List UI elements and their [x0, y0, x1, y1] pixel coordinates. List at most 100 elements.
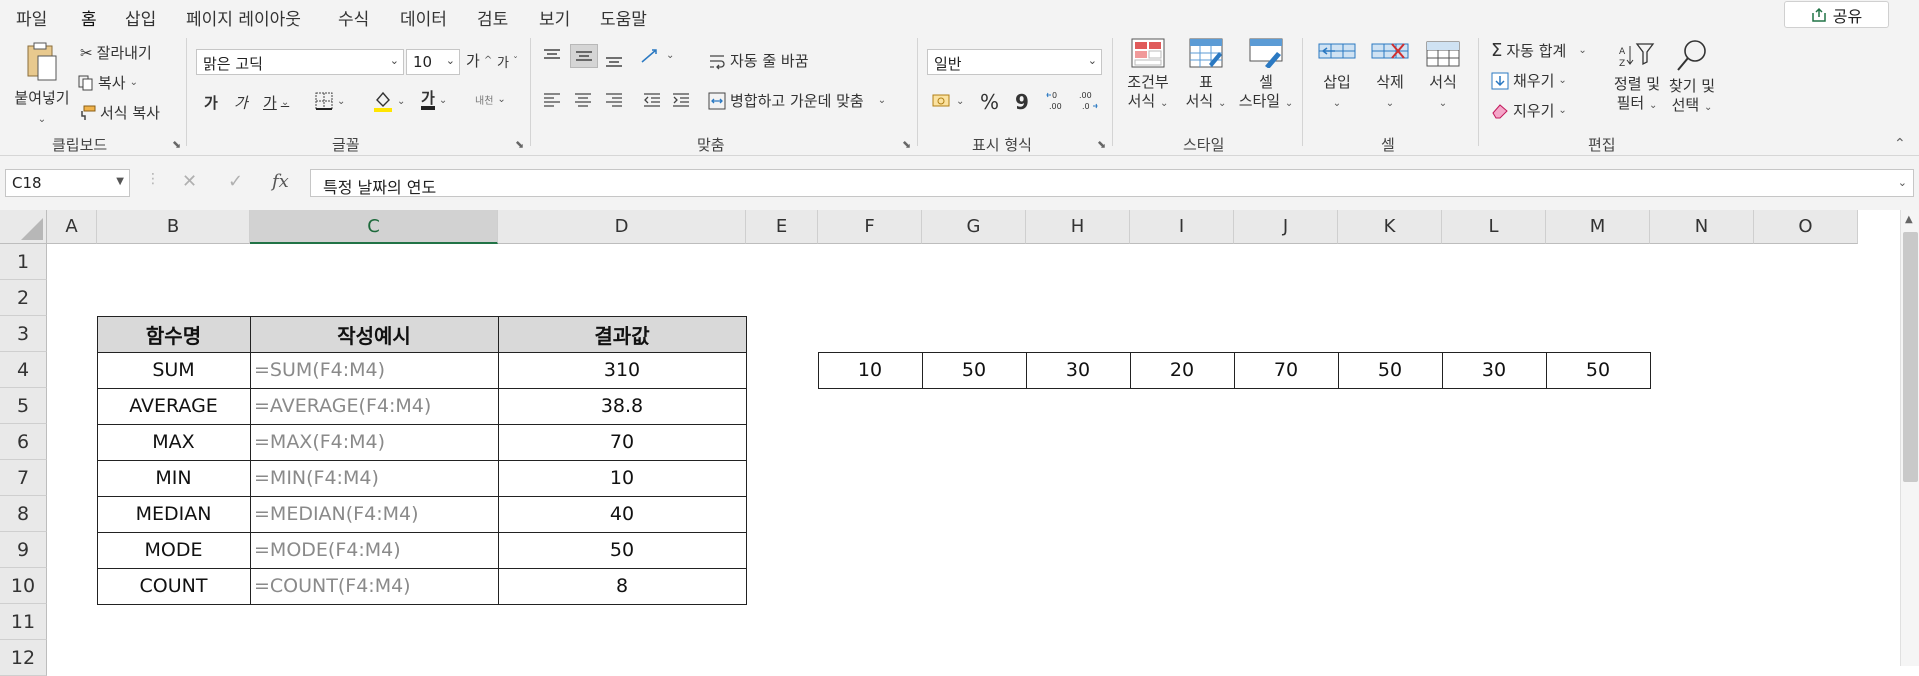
result-cell[interactable]: 70 — [498, 424, 746, 460]
tab-review[interactable]: 검토 — [477, 5, 508, 30]
dialog-launcher-icon[interactable]: ⬊ — [515, 138, 524, 151]
increase-decimal-button[interactable]: 0.00 — [1046, 90, 1068, 112]
column-header-m[interactable]: M — [1546, 210, 1650, 244]
result-cell[interactable]: 10 — [498, 460, 746, 496]
source-value-cell[interactable]: 30 — [1442, 352, 1546, 388]
borders-button[interactable]: ⌄ — [315, 92, 345, 110]
align-right-button[interactable] — [605, 92, 623, 108]
comma-style-button[interactable]: 9 — [1015, 90, 1029, 114]
row-header-3[interactable]: 3 — [0, 316, 47, 352]
column-header-d[interactable]: D — [498, 210, 746, 244]
clear-button[interactable]: 지우기 ⌄ — [1491, 100, 1567, 121]
column-header-o[interactable]: O — [1754, 210, 1858, 244]
table-header-function-name[interactable]: 함수명 — [97, 316, 250, 352]
wrap-text-button[interactable]: 자동 줄 바꿈 — [708, 50, 809, 71]
vertical-scrollbar[interactable]: ▲ — [1900, 210, 1919, 666]
function-name-cell[interactable]: SUM — [97, 352, 250, 388]
find-select-button[interactable]: 찾기 및 선택 ⌄ — [1660, 38, 1724, 117]
column-header-i[interactable]: I — [1130, 210, 1234, 244]
copy-button[interactable]: 복사 ⌄ — [78, 72, 138, 93]
dialog-launcher-icon[interactable]: ⬊ — [172, 138, 181, 151]
example-formula-cell[interactable]: =AVERAGE(F4:M4) — [250, 388, 498, 424]
column-header-b[interactable]: B — [97, 210, 250, 244]
column-header-n[interactable]: N — [1650, 210, 1754, 244]
underline-button[interactable]: 가 ⌄ — [263, 92, 289, 113]
name-box[interactable]: C18 ▼ — [5, 169, 130, 197]
result-cell[interactable]: 50 — [498, 532, 746, 568]
result-cell[interactable]: 310 — [498, 352, 746, 388]
delete-cells-button[interactable]: 삭제 ⌄ — [1365, 38, 1415, 113]
column-header-c[interactable]: C — [250, 210, 498, 244]
cut-button[interactable]: ✂ 잘라내기 — [80, 42, 152, 63]
tab-view[interactable]: 보기 — [539, 5, 570, 30]
example-formula-cell[interactable]: =MIN(F4:M4) — [250, 460, 498, 496]
column-header-e[interactable]: E — [746, 210, 818, 244]
scroll-up-icon[interactable]: ▲ — [1905, 214, 1913, 225]
source-value-cell[interactable]: 30 — [1026, 352, 1130, 388]
tab-help[interactable]: 도움말 — [600, 5, 647, 30]
font-size-select[interactable]: 10 ⌄ — [406, 49, 460, 75]
conditional-formatting-button[interactable]: 조건부 서식 ⌄ — [1118, 38, 1178, 113]
tab-page-layout[interactable]: 페이지 레이아웃 — [186, 5, 301, 30]
source-value-cell[interactable]: 50 — [922, 352, 1026, 388]
example-formula-cell[interactable]: =MEDIAN(F4:M4) — [250, 496, 498, 532]
column-header-f[interactable]: F — [818, 210, 922, 244]
align-bottom-button[interactable] — [605, 52, 623, 68]
dialog-launcher-icon[interactable]: ⬊ — [902, 138, 911, 151]
column-header-l[interactable]: L — [1442, 210, 1546, 244]
result-cell[interactable]: 40 — [498, 496, 746, 532]
example-formula-cell[interactable]: =COUNT(F4:M4) — [250, 568, 498, 604]
align-left-button[interactable] — [543, 92, 561, 108]
row-header-6[interactable]: 6 — [0, 424, 47, 460]
row-header-9[interactable]: 9 — [0, 532, 47, 568]
align-top-button[interactable] — [543, 48, 561, 64]
row-header-4[interactable]: 4 — [0, 352, 47, 388]
example-formula-cell[interactable]: =MAX(F4:M4) — [250, 424, 498, 460]
font-name-select[interactable]: 맑은 고딕 ⌄ — [196, 49, 404, 75]
column-header-a[interactable]: A — [47, 210, 97, 244]
fill-color-button[interactable]: ⌄ — [373, 90, 405, 112]
tab-formulas[interactable]: 수식 — [338, 5, 369, 30]
grow-font-button[interactable]: 가 ^ — [466, 50, 492, 71]
decrease-decimal-icon-button[interactable]: .00.0 — [1076, 90, 1098, 112]
bold-button[interactable]: 가 — [204, 92, 218, 113]
share-button[interactable]: 공유 — [1784, 1, 1889, 28]
example-formula-cell[interactable]: =MODE(F4:M4) — [250, 532, 498, 568]
table-header-example[interactable]: 작성예시 — [250, 316, 498, 352]
select-all-button[interactable] — [0, 210, 47, 244]
source-value-cell[interactable]: 20 — [1130, 352, 1234, 388]
tab-insert[interactable]: 삽입 — [125, 5, 156, 30]
tab-data[interactable]: 데이터 — [400, 5, 447, 30]
source-value-cell[interactable]: 70 — [1234, 352, 1338, 388]
collapse-ribbon-icon[interactable]: ⌃ — [1894, 136, 1906, 152]
scrollbar-thumb[interactable] — [1903, 232, 1918, 482]
row-header-1[interactable]: 1 — [0, 244, 47, 280]
phonetic-button[interactable]: 내천 ⌄ — [475, 92, 506, 107]
align-center-button[interactable] — [574, 92, 592, 108]
result-cell[interactable]: 38.8 — [498, 388, 746, 424]
autosum-button[interactable]: Σ 자동 합계 ⌄ — [1491, 40, 1587, 61]
format-as-table-button[interactable]: 표 서식 ⌄ — [1178, 38, 1234, 113]
function-name-cell[interactable]: MODE — [97, 532, 250, 568]
number-format-select[interactable]: 일반 ⌄ — [927, 49, 1102, 75]
font-color-button[interactable]: 가 ⌄ — [421, 90, 447, 110]
merge-center-button[interactable]: 병합하고 가운데 맞춤 ⌄ — [708, 90, 886, 111]
insert-cells-button[interactable]: 삽입 ⌄ — [1312, 38, 1362, 113]
worksheet-grid[interactable]: ABCDEFGHIJKLMNO 1 2 3 4 5 6 7 8 9 10 11 12 함수명 작성예시 결… — [0, 210, 1919, 676]
example-formula-cell[interactable]: =SUM(F4:M4) — [250, 352, 498, 388]
result-cell[interactable]: 8 — [498, 568, 746, 604]
table-header-result[interactable]: 결과값 — [498, 316, 746, 352]
source-value-cell[interactable]: 50 — [1338, 352, 1442, 388]
column-header-g[interactable]: G — [922, 210, 1026, 244]
row-header-10[interactable]: 10 — [0, 568, 47, 604]
format-cells-button[interactable]: 서식 ⌄ — [1418, 38, 1468, 113]
formula-input[interactable]: 특정 날짜의 연도 ⌄ — [310, 169, 1914, 197]
column-header-h[interactable]: H — [1026, 210, 1130, 244]
fill-button[interactable]: 채우기 ⌄ — [1491, 70, 1567, 91]
source-value-cell[interactable]: 50 — [1546, 352, 1650, 388]
paste-button[interactable]: 붙여넣기 ⌄ — [10, 40, 74, 129]
row-header-11[interactable]: 11 — [0, 604, 47, 640]
function-name-cell[interactable]: MIN — [97, 460, 250, 496]
row-header-12[interactable]: 12 — [0, 640, 47, 676]
function-name-cell[interactable]: MEDIAN — [97, 496, 250, 532]
